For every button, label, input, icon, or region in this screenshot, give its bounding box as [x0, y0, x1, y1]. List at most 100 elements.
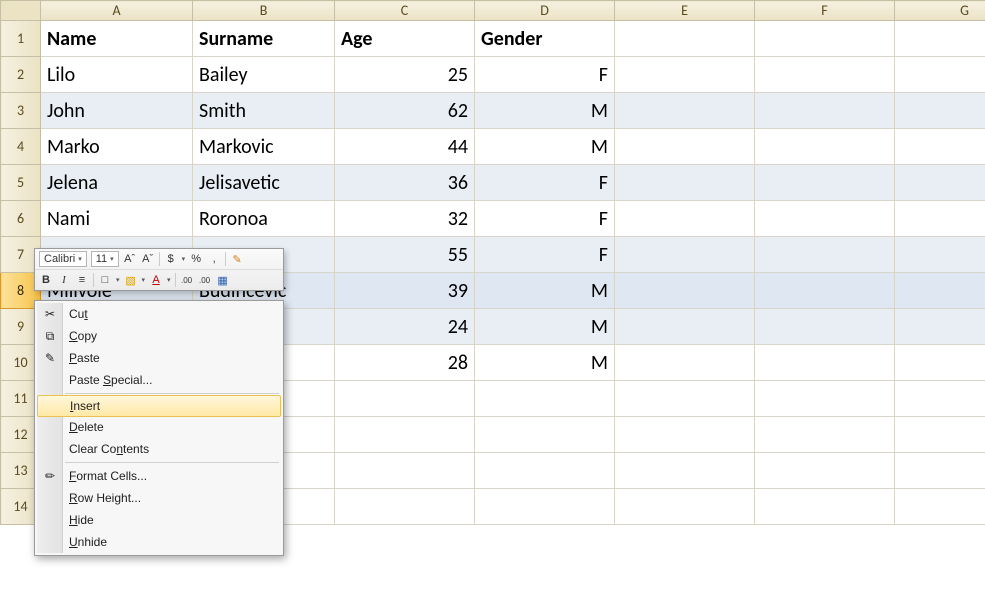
- cell-D7[interactable]: F: [475, 237, 615, 273]
- cell-C8[interactable]: 39: [335, 273, 475, 309]
- cell-A5[interactable]: Jelena: [41, 165, 193, 201]
- font-size-dropdown[interactable]: 11▾: [91, 251, 119, 267]
- decrease-decimal-button[interactable]: .00: [198, 272, 212, 288]
- column-header-C[interactable]: C: [335, 1, 475, 21]
- cell-E13[interactable]: [615, 453, 755, 489]
- cell-C5[interactable]: 36: [335, 165, 475, 201]
- cell-E1[interactable]: [615, 21, 755, 57]
- cell-G3[interactable]: [895, 93, 985, 129]
- cell-C13[interactable]: [335, 453, 475, 489]
- mini-toolbar[interactable]: Calibri▾ 11▾ Aˆ Aˇ $▾ % , ✎ B I ≡ □▾ ▧▾ …: [34, 248, 284, 291]
- cell-B5[interactable]: Jelisavetic: [193, 165, 335, 201]
- cell-G11[interactable]: [895, 381, 985, 417]
- cell-G9[interactable]: [895, 309, 985, 345]
- percent-button[interactable]: %: [189, 251, 203, 267]
- cell-F7[interactable]: [755, 237, 895, 273]
- cell-G13[interactable]: [895, 453, 985, 489]
- cell-B1[interactable]: Surname: [193, 21, 335, 57]
- cell-F5[interactable]: [755, 165, 895, 201]
- cell-E4[interactable]: [615, 129, 755, 165]
- cell-E5[interactable]: [615, 165, 755, 201]
- cell-C6[interactable]: 32: [335, 201, 475, 237]
- cell-A6[interactable]: Nami: [41, 201, 193, 237]
- cell-D13[interactable]: [475, 453, 615, 489]
- column-header-B[interactable]: B: [193, 1, 335, 21]
- cell-D2[interactable]: F: [475, 57, 615, 93]
- cell-G14[interactable]: [895, 489, 985, 525]
- cell-G6[interactable]: [895, 201, 985, 237]
- italic-button[interactable]: I: [57, 272, 71, 288]
- cell-D11[interactable]: [475, 381, 615, 417]
- font-name-dropdown[interactable]: Calibri▾: [39, 251, 87, 267]
- format-as-table-icon[interactable]: ▦: [216, 272, 230, 288]
- cell-F13[interactable]: [755, 453, 895, 489]
- cell-A1[interactable]: Name: [41, 21, 193, 57]
- cell-G5[interactable]: [895, 165, 985, 201]
- menu-item-insert[interactable]: Insert: [37, 395, 281, 417]
- menu-item-row-height[interactable]: Row Height...: [37, 487, 281, 509]
- cell-E10[interactable]: [615, 345, 755, 381]
- cell-B2[interactable]: Bailey: [193, 57, 335, 93]
- menu-item-delete[interactable]: Delete: [37, 416, 281, 438]
- cell-F1[interactable]: [755, 21, 895, 57]
- menu-item-copy[interactable]: ⧉Copy: [37, 325, 281, 347]
- cell-D12[interactable]: [475, 417, 615, 453]
- select-all-corner[interactable]: [1, 1, 41, 21]
- row-header-5[interactable]: 5: [1, 165, 41, 201]
- font-color-button[interactable]: A: [149, 272, 163, 288]
- align-button[interactable]: ≡: [75, 272, 89, 288]
- cell-D5[interactable]: F: [475, 165, 615, 201]
- cell-D10[interactable]: M: [475, 345, 615, 381]
- cell-F8[interactable]: [755, 273, 895, 309]
- menu-item-format-cells[interactable]: ✏Format Cells...: [37, 465, 281, 487]
- increase-decimal-button[interactable]: .00: [180, 272, 194, 288]
- cell-D3[interactable]: M: [475, 93, 615, 129]
- cell-B3[interactable]: Smith: [193, 93, 335, 129]
- cell-G2[interactable]: [895, 57, 985, 93]
- cell-F3[interactable]: [755, 93, 895, 129]
- cell-E3[interactable]: [615, 93, 755, 129]
- cell-G4[interactable]: [895, 129, 985, 165]
- cell-A4[interactable]: Marko: [41, 129, 193, 165]
- column-header-D[interactable]: D: [475, 1, 615, 21]
- cell-D6[interactable]: F: [475, 201, 615, 237]
- column-header-G[interactable]: G: [895, 1, 985, 21]
- cell-G1[interactable]: [895, 21, 985, 57]
- cell-F12[interactable]: [755, 417, 895, 453]
- cell-C10[interactable]: 28: [335, 345, 475, 381]
- cell-D8[interactable]: M: [475, 273, 615, 309]
- cell-A2[interactable]: Lilo: [41, 57, 193, 93]
- cell-F6[interactable]: [755, 201, 895, 237]
- cell-C12[interactable]: [335, 417, 475, 453]
- cell-F4[interactable]: [755, 129, 895, 165]
- shrink-font-button[interactable]: Aˇ: [141, 251, 155, 267]
- cell-F14[interactable]: [755, 489, 895, 525]
- cell-E7[interactable]: [615, 237, 755, 273]
- row-header-4[interactable]: 4: [1, 129, 41, 165]
- cell-F11[interactable]: [755, 381, 895, 417]
- cell-F10[interactable]: [755, 345, 895, 381]
- cell-B6[interactable]: Roronoa: [193, 201, 335, 237]
- format-painter-icon[interactable]: ✎: [230, 251, 244, 267]
- border-button[interactable]: □: [98, 272, 112, 288]
- row-context-menu[interactable]: ✂Cut⧉Copy✎PastePaste Special...InsertDel…: [34, 300, 284, 556]
- cell-G8[interactable]: [895, 273, 985, 309]
- cell-E14[interactable]: [615, 489, 755, 525]
- comma-button[interactable]: ,: [207, 251, 221, 267]
- currency-button[interactable]: $: [164, 251, 178, 267]
- cell-E2[interactable]: [615, 57, 755, 93]
- cell-A3[interactable]: John: [41, 93, 193, 129]
- fill-color-button[interactable]: ▧: [124, 272, 138, 288]
- menu-item-paste-special[interactable]: Paste Special...: [37, 369, 281, 391]
- menu-item-unhide[interactable]: Unhide: [37, 531, 281, 553]
- column-header-F[interactable]: F: [755, 1, 895, 21]
- cell-B4[interactable]: Markovic: [193, 129, 335, 165]
- cell-C1[interactable]: Age: [335, 21, 475, 57]
- menu-item-paste[interactable]: ✎Paste: [37, 347, 281, 369]
- cell-C11[interactable]: [335, 381, 475, 417]
- cell-E6[interactable]: [615, 201, 755, 237]
- cell-C4[interactable]: 44: [335, 129, 475, 165]
- menu-item-clear-contents[interactable]: Clear Contents: [37, 438, 281, 460]
- cell-C2[interactable]: 25: [335, 57, 475, 93]
- menu-item-hide[interactable]: Hide: [37, 509, 281, 531]
